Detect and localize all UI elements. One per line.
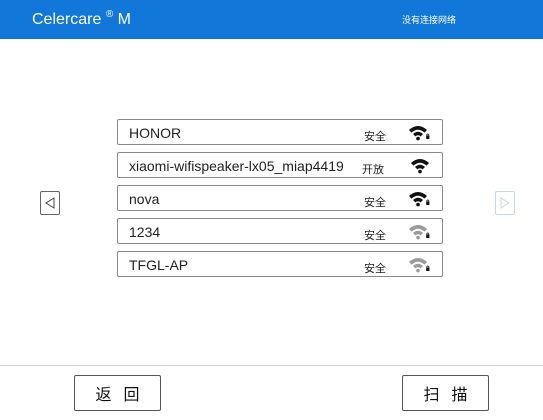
wifi-security-label: 安全 — [364, 197, 386, 209]
wifi-network-row[interactable]: 1234 安全 — [117, 218, 443, 244]
wifi-security-label: 开放 — [362, 164, 384, 176]
next-page-button[interactable] — [495, 191, 515, 215]
wifi-icon — [410, 157, 432, 174]
triangle-left-icon — [45, 197, 55, 209]
header-bar: Celercare ® M 没有连接网络 — [0, 0, 543, 39]
wifi-network-row[interactable]: nova 安全 — [117, 185, 443, 211]
wifi-security-label: 安全 — [364, 131, 386, 143]
app-name: Celercare — [32, 11, 102, 28]
wifi-list: HONOR 安全 xiaomi-wifispeaker-lx05_miap4419 开… — [117, 119, 443, 284]
registered-mark: ® — [105, 9, 114, 20]
prev-page-button[interactable] — [40, 191, 60, 215]
wifi-security-label: 安全 — [364, 263, 386, 275]
wifi-network-row[interactable]: xiaomi-wifispeaker-lx05_miap4419 开放 — [117, 152, 443, 178]
wifi-locked-icon — [408, 223, 430, 240]
wifi-locked-icon — [408, 256, 430, 273]
wifi-network-row[interactable]: TFGL-AP 安全 — [117, 251, 443, 277]
footer-divider — [0, 365, 543, 366]
app-suffix: M — [117, 11, 131, 28]
wifi-locked-icon — [408, 124, 430, 141]
wifi-ssid: nova — [129, 191, 160, 207]
network-status: 没有连接网络 — [402, 15, 457, 25]
wifi-ssid: xiaomi-wifispeaker-lx05_miap4419 — [129, 158, 344, 174]
wifi-ssid: HONOR — [129, 125, 182, 141]
back-button[interactable]: 返回 — [74, 375, 161, 411]
wifi-ssid: TFGL-AP — [129, 257, 189, 273]
wifi-ssid: 1234 — [129, 224, 161, 240]
wifi-security-label: 安全 — [364, 230, 386, 242]
wifi-locked-icon — [408, 190, 430, 207]
wifi-network-row[interactable]: HONOR 安全 — [117, 119, 443, 145]
scan-button[interactable]: 扫描 — [402, 375, 489, 411]
app-title: Celercare ® M — [32, 9, 131, 29]
triangle-right-icon — [500, 197, 510, 209]
